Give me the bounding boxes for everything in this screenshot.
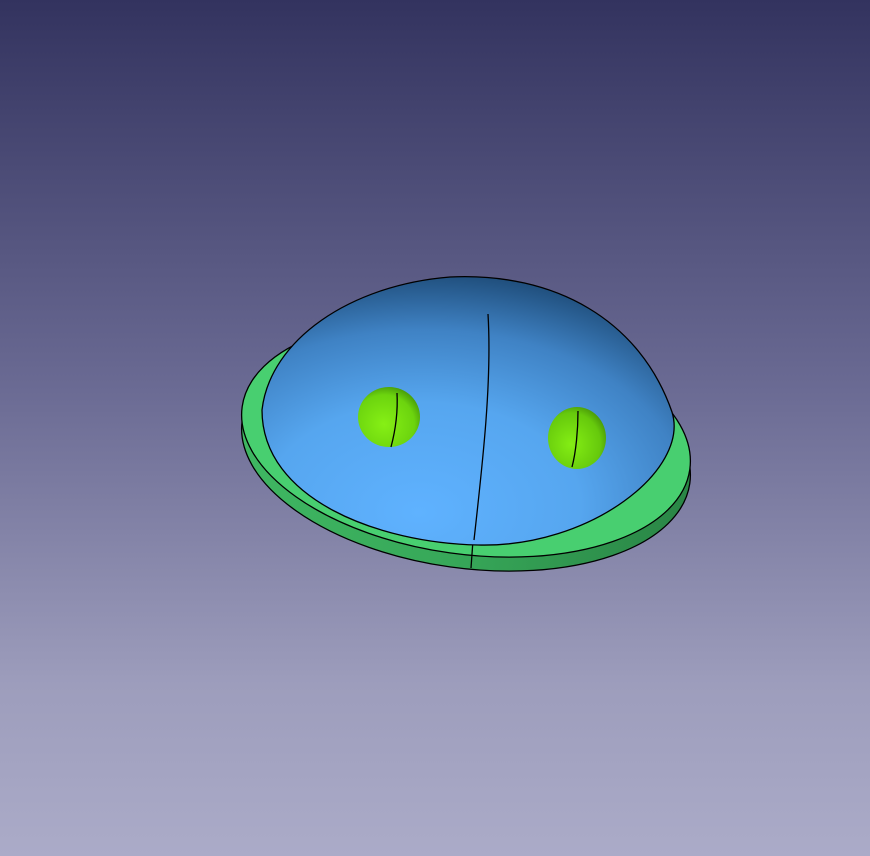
3d-viewport[interactable] [0, 0, 870, 856]
model-render[interactable] [0, 0, 870, 856]
left-sphere[interactable] [358, 387, 420, 448]
dome-body[interactable] [261, 276, 675, 546]
right-sphere[interactable] [548, 407, 606, 469]
